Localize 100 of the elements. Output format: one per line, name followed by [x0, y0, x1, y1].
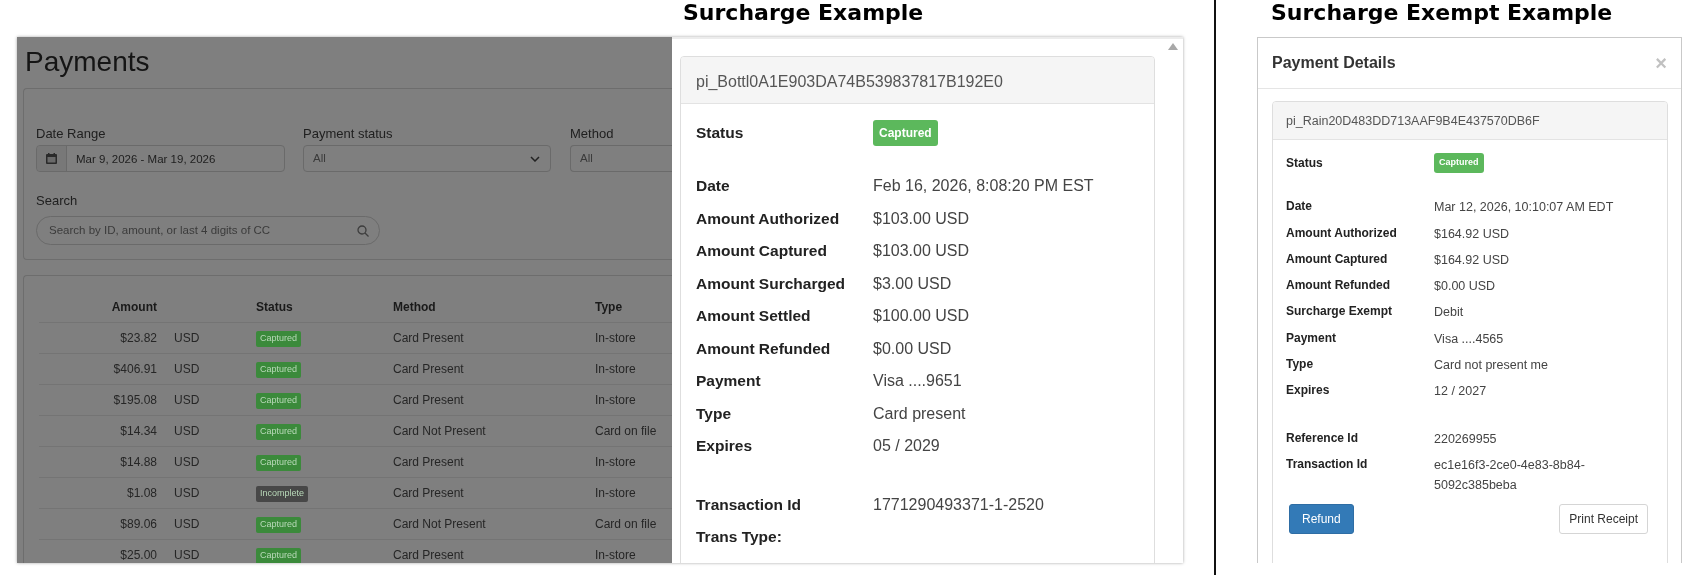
- field-label: Type: [1286, 356, 1315, 374]
- status-badge: Captured: [256, 517, 302, 533]
- field-value: $0.00 USD: [873, 338, 952, 359]
- status-badge: Captured: [256, 424, 302, 440]
- field-label: Payment: [1286, 329, 1338, 347]
- field-label: Amount Refunded: [1286, 277, 1391, 295]
- column-header: Amount: [111, 299, 157, 314]
- table-cell: USD: [174, 485, 200, 500]
- field-value: 1771290493371-1-2520: [873, 494, 1044, 515]
- table-cell: Card Present: [393, 454, 464, 469]
- table-cell: USD: [174, 392, 200, 407]
- date-range-field[interactable]: Mar 9, 2026 - Mar 19, 2026: [36, 145, 285, 172]
- calendar-icon: [46, 153, 57, 164]
- status-badge: Captured: [873, 120, 938, 146]
- status-badge: Captured: [256, 548, 302, 563]
- payment-id: pi_Bottl0A1E903DA74B539837817B192E0: [681, 57, 1154, 104]
- field-label: Trans Type:: [696, 527, 783, 547]
- status-badge: Captured: [256, 455, 302, 471]
- print-receipt-button[interactable]: Print Receipt: [1559, 503, 1648, 534]
- table-cell: Card Present: [393, 330, 464, 345]
- field-label: Search: [36, 192, 78, 210]
- table-cell: USD: [174, 361, 200, 376]
- field-value: $103.00 USD: [873, 208, 970, 229]
- field-label: Date: [696, 176, 731, 196]
- field-value: Mar 12, 2026, 10:10:07 AM EDT: [1434, 199, 1615, 217]
- status-badge: Captured: [256, 362, 302, 378]
- field-value: Debit: [1434, 304, 1465, 322]
- field-label: Date: [1286, 198, 1313, 216]
- modal-title: Payment Details: [1272, 53, 1396, 73]
- field-label: Status: [696, 123, 745, 144]
- field-label: Status: [1286, 155, 1324, 173]
- column-header: Method: [393, 299, 436, 314]
- field-value: 220269955: [1434, 430, 1498, 448]
- field-value: Card not present me: [1434, 357, 1549, 375]
- table-cell: Card Present: [393, 361, 464, 376]
- column-header: Status: [256, 299, 293, 314]
- field-label: Amount Captured: [1286, 250, 1389, 268]
- field-label: Transaction Id: [696, 494, 803, 515]
- search-icon: [357, 224, 369, 237]
- payment-status-select[interactable]: All: [303, 145, 551, 172]
- field-label: Amount Captured: [696, 241, 828, 261]
- table-cell: Card Present: [393, 392, 464, 407]
- table-cell: In-store: [595, 454, 636, 469]
- field-label: Type: [696, 403, 733, 424]
- table-cell: In-store: [595, 361, 636, 376]
- table-cell: Card Not Present: [393, 423, 486, 438]
- close-button[interactable]: ×: [1655, 53, 1667, 73]
- table-cell: $14.34: [120, 423, 157, 438]
- table-cell: In-store: [595, 547, 636, 562]
- table-cell: In-store: [595, 392, 636, 407]
- table-cell: Card Present: [393, 547, 464, 562]
- field-label: Transaction Id: [1286, 455, 1369, 473]
- field-value: ec1e16f3-2ce0-4e83-8b84-5092c385beba: [1434, 456, 1586, 495]
- table-cell: Card Present: [393, 485, 464, 500]
- table-cell: Card on file: [595, 516, 657, 531]
- table-cell: $406.91: [113, 361, 157, 376]
- section-heading: Surcharge Example: [683, 0, 924, 27]
- field-value: $0.00 USD: [1434, 278, 1497, 296]
- field-label: Amount Authorized: [696, 208, 841, 229]
- status-badge: Incomplete: [256, 486, 309, 502]
- table-cell: $89.06: [120, 516, 157, 531]
- table-cell: In-store: [595, 485, 636, 500]
- refund-button[interactable]: Refund: [1289, 503, 1354, 534]
- table-cell: Card Not Present: [393, 516, 486, 531]
- table-cell: Card on file: [595, 423, 657, 438]
- field-label: Expires: [1286, 382, 1331, 400]
- field-value: 05 / 2029: [873, 436, 940, 456]
- field-label: Amount Authorized: [1286, 224, 1398, 242]
- table-cell: $14.88: [120, 454, 157, 469]
- field-label: Payment status: [303, 125, 393, 143]
- field-label: Amount Refunded: [696, 338, 832, 359]
- field-value: $3.00 USD: [873, 273, 952, 294]
- field-label: Reference Id: [1286, 429, 1360, 447]
- table-cell: USD: [174, 330, 200, 345]
- table-cell: $25.00: [120, 547, 157, 562]
- table-cell: USD: [174, 423, 200, 438]
- field-label: Payment: [696, 371, 762, 391]
- field-value: $100.00 USD: [873, 306, 970, 326]
- section-heading: Surcharge Exempt Example: [1271, 0, 1613, 27]
- table-cell: USD: [174, 516, 200, 531]
- field-value: $103.00 USD: [873, 241, 970, 261]
- field-value: 12 / 2027: [1434, 383, 1488, 401]
- table-cell: USD: [174, 454, 200, 469]
- table-cell: USD: [174, 547, 200, 562]
- field-value: Card present: [873, 403, 966, 424]
- table-cell: $1.08: [126, 485, 157, 500]
- field-label: Amount Surcharged: [696, 273, 846, 294]
- field-value: Visa ....4565: [1434, 330, 1505, 348]
- status-badge: Captured: [256, 393, 302, 409]
- field-value: $164.92 USD: [1434, 225, 1511, 243]
- table-cell: In-store: [595, 330, 636, 345]
- scroll-up-icon[interactable]: [1168, 43, 1178, 50]
- table-cell: $23.82: [120, 330, 157, 345]
- status-badge: Captured: [256, 331, 302, 347]
- field-label: Expires: [696, 436, 753, 456]
- field-value: Visa ....9651: [873, 371, 962, 391]
- field-value: $164.92 USD: [1434, 251, 1511, 269]
- field-value: Feb 16, 2026, 8:08:20 PM EST: [873, 176, 1094, 196]
- column-header: Type: [595, 299, 623, 314]
- field-label: Surcharge Exempt: [1286, 303, 1394, 321]
